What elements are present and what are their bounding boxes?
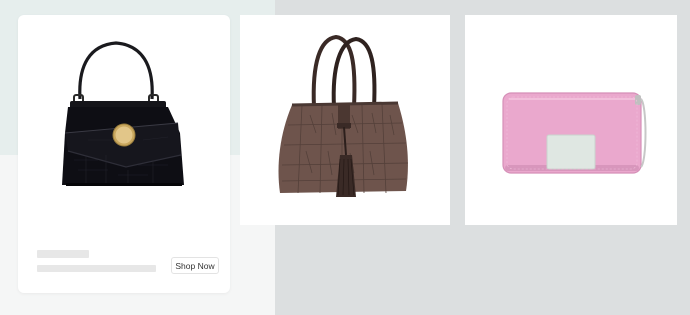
black-handbag-image [62, 41, 184, 186]
product-card-brown-tote[interactable] [240, 15, 450, 225]
shop-now-button[interactable]: Shop Now [171, 257, 219, 274]
brown-tote-image [278, 34, 409, 197]
product-title-placeholder [37, 250, 89, 258]
product-subtitle-placeholder [37, 265, 156, 272]
product-card-pink-wallet[interactable] [465, 15, 677, 225]
product-card-black-handbag[interactable]: Shop Now [18, 15, 230, 293]
pink-wallet-image [502, 92, 647, 174]
